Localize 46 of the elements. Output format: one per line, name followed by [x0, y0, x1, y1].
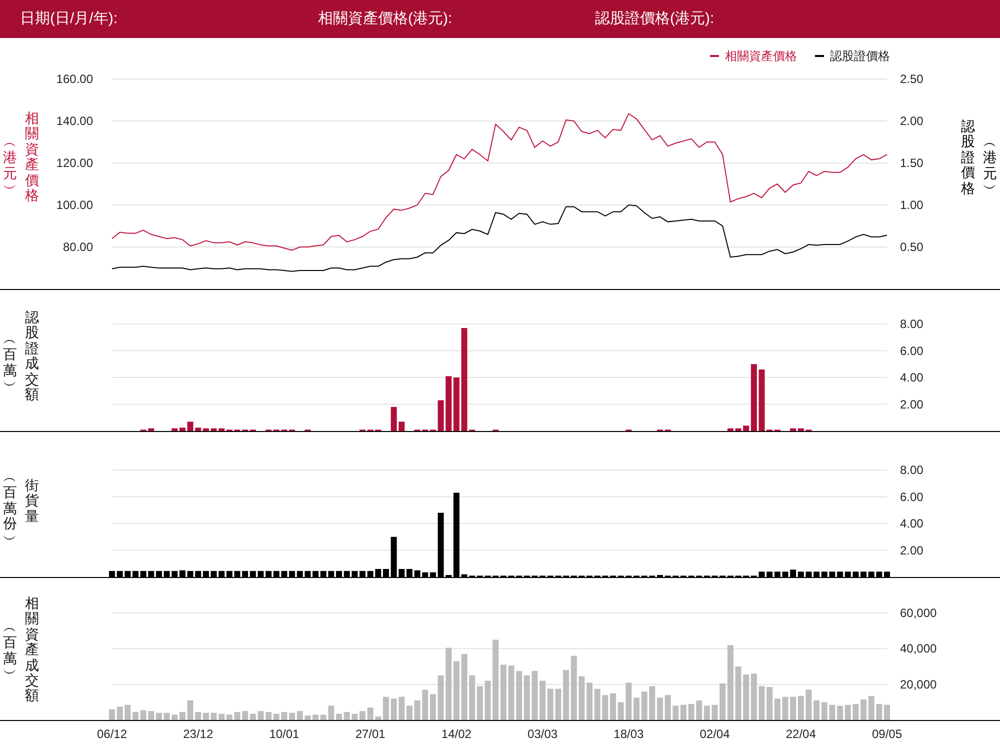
axis-title: 街貨量 [24, 478, 40, 524]
legend-label: 相關資產價格 [725, 48, 797, 65]
axis-tick-label: 1.50 [900, 156, 924, 170]
axis-unit-label: ︵百萬︶ [2, 332, 18, 394]
axis-unit-label: ︵港元︶ [982, 135, 998, 197]
axis-unit-label: ︵港元︶ [2, 135, 18, 197]
axis-tick-label: 4.00 [900, 370, 924, 384]
axis-tick-label: 6.00 [900, 344, 924, 358]
axis-title: 相關資產成交額 [24, 596, 40, 704]
axis-tick-label: 2.00 [900, 543, 924, 558]
axis-tick-label: 14/02 [441, 727, 472, 741]
header-label: 相關資產價格(港元): [318, 8, 454, 29]
header-label: 日期(日/月/年): [20, 8, 118, 29]
header-label: 認股證價格(港元): [595, 8, 716, 29]
axis-tick-label: 18/03 [614, 727, 644, 741]
axis-tick-label: 4.00 [900, 516, 924, 530]
axis-tick-label: 02/04 [700, 727, 730, 741]
axis-unit-label: ︵百萬份︶ [2, 470, 18, 547]
axis-tick-label: 60,000 [900, 606, 937, 620]
axis-title: 相關資產價格 [24, 111, 40, 204]
axis-tick-label: 06/12 [96, 727, 128, 741]
axis-tick-label: 03/03 [528, 727, 558, 741]
axis-tick-label: 8.00 [900, 463, 924, 477]
axis-tick-label: 2.50 [900, 72, 924, 86]
axis-title: 認股證價格 [960, 119, 976, 198]
axis-tick-label: 100.00 [56, 198, 93, 212]
axis-tick-label: 23/12 [183, 727, 214, 741]
axis-tick-label: 09/05 [872, 727, 902, 741]
axis-tick-label: 27/01 [355, 727, 386, 741]
axis-tick-label: 2.00 [900, 114, 924, 128]
axis-tick-label: 8.00 [900, 317, 924, 331]
axis-tick-label: 22/04 [786, 727, 816, 741]
axis-tick-label: 10/01 [269, 727, 300, 741]
axis-tick-label: 120.00 [56, 156, 93, 170]
axis-tick-label: 0.50 [900, 240, 924, 254]
legend-label: 認股證價格 [830, 48, 890, 65]
axis-tick-label: 160.00 [56, 72, 93, 86]
axis-tick-label: 2.00 [900, 397, 924, 412]
axis-tick-label: 80.00 [62, 240, 93, 254]
axis-tick-label: 6.00 [900, 490, 924, 504]
axis-title: 認股證成交額 [24, 310, 40, 402]
axis-tick-label: 20,000 [900, 677, 937, 692]
axis-tick-label: 140.00 [56, 114, 93, 128]
axis-tick-label: 1.00 [900, 198, 924, 212]
axis-tick-label: 40,000 [900, 642, 937, 656]
axis-unit-label: ︵百萬︶ [2, 620, 18, 682]
